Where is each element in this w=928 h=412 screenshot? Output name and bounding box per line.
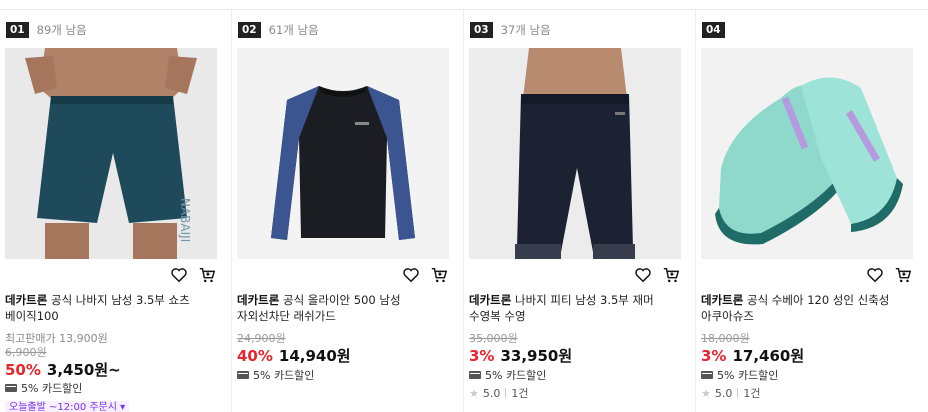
product-card[interactable]: 03 37개 남음 데카트론 나바지 피티 남성 3.5부 재머 수영복 수영 … [464,10,696,412]
rating-separator [505,388,507,398]
rating-score: 5.0 [714,386,733,400]
card-discount-label: 5% 카드할인 [717,369,779,382]
card-discount: 5% 카드할인 [469,367,546,383]
card-actions [866,266,912,284]
rank-row: 01 89개 남음 [6,21,87,38]
original-price: 24,900원 [237,332,286,345]
heart-icon[interactable] [402,266,420,284]
card-actions [634,266,680,284]
price-row: 40% 14,940원 [237,345,351,366]
rating-row: ★ 5.0 1건 [469,385,529,401]
heart-icon[interactable] [634,266,652,284]
product-image[interactable] [469,48,681,259]
credit-card-icon [237,371,249,379]
review-count: 1건 [511,387,529,400]
delivery-badge[interactable]: 오늘출발 ~12:00 주문시 ▾ [5,401,130,412]
rank-badge: 04 [702,21,725,38]
product-grid: 01 89개 남음 NABAIJI 데카트론 공식 나바지 남성 3.5부 쇼츠… [0,10,928,412]
rating-row: ★ 5.0 1건 [701,385,761,401]
card-discount: 5% 카드할인 [237,367,314,383]
rank-row: 04 [702,21,733,38]
product-card[interactable]: 04 데카트론 공식 수베아 120 성인 신축성 아쿠아슈즈 18,000원 … [696,10,928,412]
product-image[interactable] [701,48,913,259]
aqua-shoes-image [701,48,913,259]
card-discount: 5% 카드할인 [701,367,778,383]
sale-price: 17,460원 [732,347,805,365]
card-discount-label: 5% 카드할인 [253,369,315,382]
product-title[interactable]: 데카트론 공식 올라이안 500 남성 자외선차단 래쉬가드 [237,292,437,324]
card-discount: 5% 카드할인 [5,380,82,396]
sale-price: 33,950원 [500,347,573,365]
brand-name: 데카트론 [5,293,48,307]
sale-price: 14,940원 [278,347,351,365]
product-title[interactable]: 데카트론 나바지 피티 남성 3.5부 재머 수영복 수영 [469,292,669,324]
product-image[interactable]: NABAIJI [5,48,217,259]
credit-card-icon [701,371,713,379]
original-price: 6,900원 [5,346,47,359]
rank-row: 03 37개 남음 [470,21,551,38]
sale-price: 3,450원~ [46,361,121,379]
discount-rate: 50% [5,361,41,379]
product-title[interactable]: 데카트론 공식 나바지 남성 3.5부 쇼츠 베이직100 [5,292,205,324]
rating-separator [737,388,739,398]
card-actions [170,266,216,284]
heart-icon[interactable] [866,266,884,284]
rank-badge: 01 [6,21,29,38]
product-card[interactable]: 01 89개 남음 NABAIJI 데카트론 공식 나바지 남성 3.5부 쇼츠… [0,10,232,412]
cart-icon[interactable] [662,266,680,284]
heart-icon[interactable] [170,266,188,284]
original-price: 35,000원 [469,332,518,345]
credit-card-icon [5,384,17,392]
rashguard-image [237,48,449,259]
rank-badge: 02 [238,21,261,38]
jammer-swimsuit-image [469,48,681,259]
brand-name: 데카트론 [701,293,744,307]
svg-text:NABAIJI: NABAIJI [178,198,192,242]
stock-remaining: 61개 남음 [268,22,319,37]
product-card[interactable]: 02 61개 남음 데카트론 공식 올라이안 500 남성 자외선차단 래쉬가드… [232,10,464,412]
stock-remaining: 37개 남음 [500,22,551,37]
stock-remaining: 89개 남음 [36,22,87,37]
price-row: 3% 17,460원 [701,345,804,366]
card-discount-label: 5% 카드할인 [21,382,83,395]
price-row: 3% 33,950원 [469,345,572,366]
brand-name: 데카트론 [469,293,512,307]
original-price: 18,000원 [701,332,750,345]
cart-icon[interactable] [430,266,448,284]
rating-score: 5.0 [482,386,501,400]
product-image[interactable] [237,48,449,259]
cart-icon[interactable] [894,266,912,284]
star-icon: ★ [701,386,711,400]
swim-shorts-image: NABAIJI [5,48,217,259]
product-title[interactable]: 데카트론 공식 수베아 120 성인 신축성 아쿠아슈즈 [701,292,901,324]
review-count: 1건 [743,387,761,400]
brand-name: 데카트론 [237,293,280,307]
discount-rate: 3% [469,347,495,365]
star-icon: ★ [469,386,479,400]
rank-badge: 03 [470,21,493,38]
card-discount-label: 5% 카드할인 [485,369,547,382]
price-row: 50% 3,450원~ [5,359,121,380]
discount-rate: 3% [701,347,727,365]
card-actions [402,266,448,284]
discount-rate: 40% [237,347,273,365]
credit-card-icon [469,371,481,379]
cart-icon[interactable] [198,266,216,284]
rank-row: 02 61개 남음 [238,21,319,38]
